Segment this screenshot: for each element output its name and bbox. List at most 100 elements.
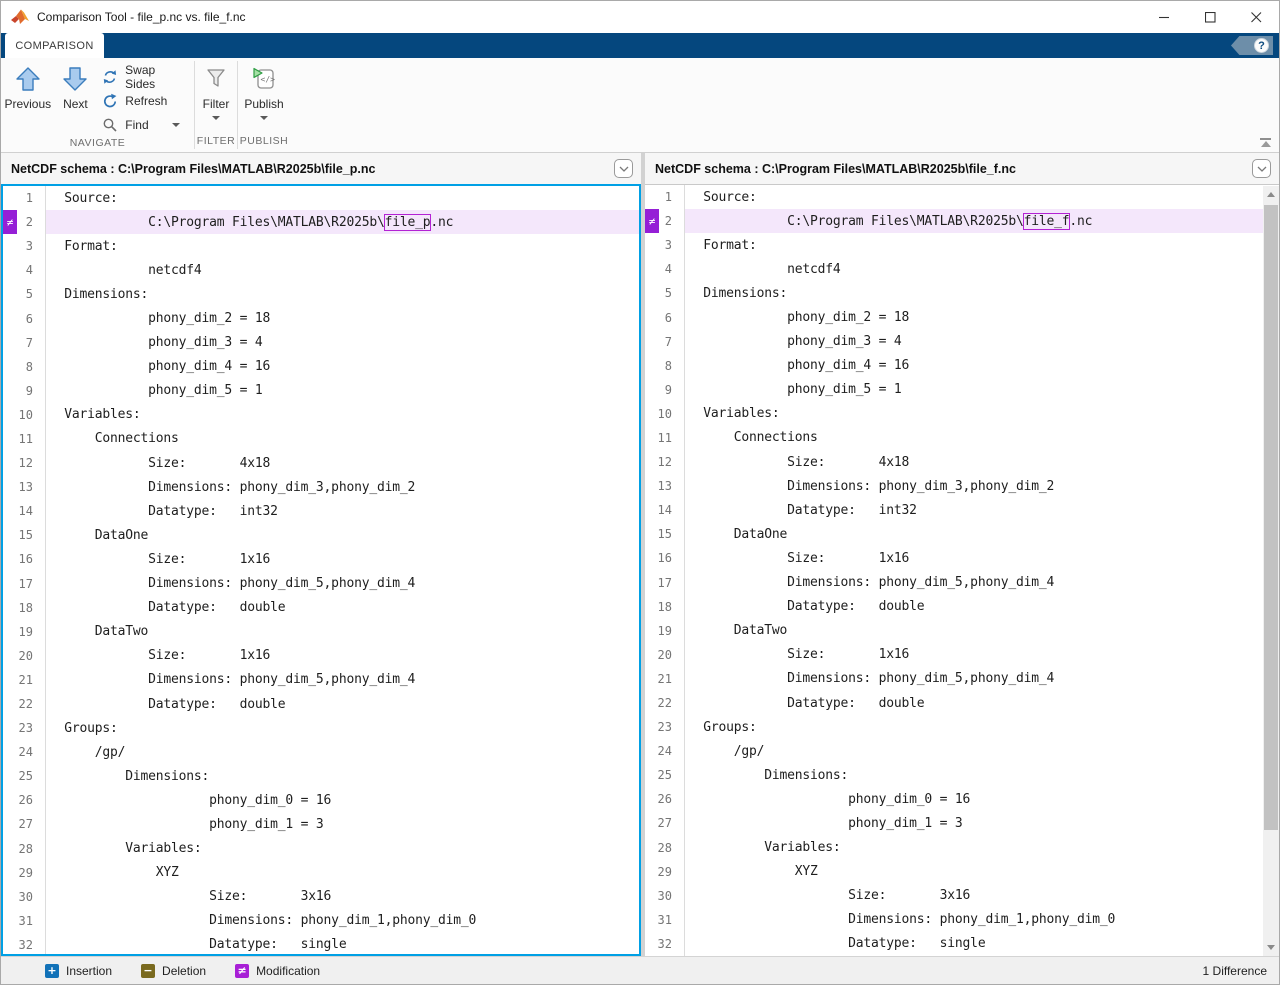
line-number-gutter: 30 — [645, 884, 685, 908]
code-text: phony_dim_4 = 16 — [46, 355, 639, 379]
line-number: 11 — [19, 432, 33, 446]
left-panel-content[interactable]: 1 Source:≠2 C:\Program Files\MATLAB\R202… — [1, 184, 641, 956]
code-text: Variables: — [46, 403, 639, 427]
code-text: C:\Program Files\MATLAB\R2025b\file_p.nc — [46, 210, 639, 234]
filter-button[interactable]: Filter — [195, 58, 237, 120]
line-number: 7 — [665, 335, 672, 349]
code-text: DataTwo — [685, 619, 1279, 643]
line-number-gutter: 22 — [3, 692, 46, 716]
publish-group: </> Publish PUBLISH — [238, 58, 290, 152]
publish-button[interactable]: </> Publish — [238, 58, 290, 120]
code-line: 4 netcdf4 — [3, 258, 639, 282]
code-text: DataOne — [46, 523, 639, 547]
code-line: 14 Datatype: int32 — [3, 499, 639, 523]
vertical-scrollbar[interactable] — [1263, 186, 1279, 956]
comparison-tool-window: Comparison Tool - file_p.nc vs. file_f.n… — [0, 0, 1280, 985]
code-line: 12 Size: 4x18 — [645, 450, 1279, 474]
legend-insertion: + Insertion — [45, 964, 112, 978]
modification-marker[interactable]: ≠ — [3, 210, 17, 234]
publish-dropdown-caret-icon — [260, 116, 268, 120]
code-line: 28 Variables: — [3, 837, 639, 861]
refresh-button[interactable]: Refresh — [102, 89, 188, 113]
code-line: 31 Dimensions: phony_dim_1,phony_dim_0 — [3, 909, 639, 933]
line-number-gutter: 11 — [3, 427, 46, 451]
line-number: 15 — [19, 528, 33, 542]
code-line: 8 phony_dim_4 = 16 — [645, 354, 1279, 378]
code-line: 9 phony_dim_5 = 1 — [645, 378, 1279, 402]
line-number-gutter: 15 — [3, 523, 46, 547]
refresh-label: Refresh — [125, 94, 167, 108]
minimize-button[interactable] — [1141, 1, 1187, 33]
line-number: 30 — [658, 889, 672, 903]
code-text: Groups: — [685, 715, 1279, 739]
close-icon — [1251, 12, 1262, 23]
line-number: 28 — [19, 842, 33, 856]
code-line: 27 phony_dim_1 = 3 — [3, 812, 639, 836]
line-number-gutter: 7 — [645, 330, 685, 354]
next-button[interactable]: Next — [55, 58, 97, 111]
scroll-up-button[interactable] — [1263, 186, 1279, 203]
line-number-gutter: 27 — [3, 812, 46, 836]
code-text: phony_dim_1 = 3 — [685, 811, 1279, 835]
help-button[interactable]: ? — [1231, 36, 1273, 55]
code-text: Variables: — [685, 402, 1279, 426]
code-text: Dimensions: phony_dim_5,phony_dim_4 — [685, 571, 1279, 595]
collapse-ribbon-button[interactable] — [1260, 138, 1271, 147]
code-text: Dimensions: — [685, 281, 1279, 305]
line-number: 16 — [658, 551, 672, 565]
code-line: 26 phony_dim_0 = 16 — [645, 787, 1279, 811]
line-number-gutter: 13 — [645, 474, 685, 498]
code-text: Dimensions: — [685, 763, 1279, 787]
publish-section-label: PUBLISH — [238, 135, 290, 152]
maximize-button[interactable] — [1187, 1, 1233, 33]
swap-sides-label: Swap Sides — [125, 63, 188, 91]
close-button[interactable] — [1233, 1, 1279, 33]
find-button[interactable]: Find — [102, 113, 188, 137]
scroll-down-button[interactable] — [1263, 939, 1279, 956]
code-line: 32 Datatype: single — [645, 932, 1279, 956]
line-number: 3 — [665, 238, 672, 252]
line-number: 30 — [19, 890, 33, 904]
code-line: 13 Dimensions: phony_dim_3,phony_dim_2 — [3, 475, 639, 499]
filter-group: Filter FILTER — [195, 58, 237, 152]
deletion-label: Deletion — [162, 964, 206, 978]
line-number-gutter: 25 — [3, 764, 46, 788]
comparison-panels: NetCDF schema : C:\Program Files\MATLAB\… — [1, 153, 1279, 956]
line-number: 22 — [19, 697, 33, 711]
code-line: 17 Dimensions: phony_dim_5,phony_dim_4 — [645, 571, 1279, 595]
navigate-section-label: NAVIGATE — [1, 137, 194, 152]
code-text: Dimensions: phony_dim_3,phony_dim_2 — [685, 474, 1279, 498]
line-number: 3 — [26, 239, 33, 253]
line-number: 1 — [26, 191, 33, 205]
help-icon: ? — [1254, 38, 1269, 53]
line-number: 23 — [19, 721, 33, 735]
window-controls — [1141, 1, 1279, 33]
code-text: Datatype: double — [46, 596, 639, 620]
tab-comparison[interactable]: COMPARISON — [5, 33, 104, 58]
swap-sides-button[interactable]: Swap Sides — [102, 65, 188, 89]
line-number-gutter: 28 — [3, 837, 46, 861]
navigate-group: Previous Next — [1, 58, 194, 152]
find-dropdown-caret-icon[interactable] — [172, 123, 180, 127]
line-number: 29 — [658, 865, 672, 879]
right-panel-content[interactable]: 1 Source:≠2 C:\Program Files\MATLAB\R202… — [645, 184, 1279, 956]
scrollbar-thumb[interactable] — [1264, 205, 1278, 830]
code-text: Dimensions: phony_dim_5,phony_dim_4 — [46, 572, 639, 596]
modification-marker[interactable]: ≠ — [645, 209, 659, 233]
previous-button[interactable]: Previous — [1, 58, 55, 111]
right-panel-menu-button[interactable] — [1252, 159, 1271, 178]
line-number: 8 — [26, 360, 33, 374]
code-line: 16 Size: 1x16 — [645, 546, 1279, 570]
line-number-gutter: 6 — [645, 305, 685, 329]
code-text: DataOne — [685, 522, 1279, 546]
line-number: 17 — [19, 577, 33, 591]
line-number-gutter: 16 — [645, 546, 685, 570]
code-text: Dimensions: phony_dim_1,phony_dim_0 — [685, 908, 1279, 932]
left-panel-menu-button[interactable] — [614, 159, 633, 178]
code-text: phony_dim_5 = 1 — [685, 378, 1279, 402]
line-number-gutter: 10 — [3, 403, 46, 427]
line-number-gutter: 32 — [3, 933, 46, 956]
line-number: 7 — [26, 336, 33, 350]
code-text: /gp/ — [46, 740, 639, 764]
line-number: 11 — [658, 431, 672, 445]
